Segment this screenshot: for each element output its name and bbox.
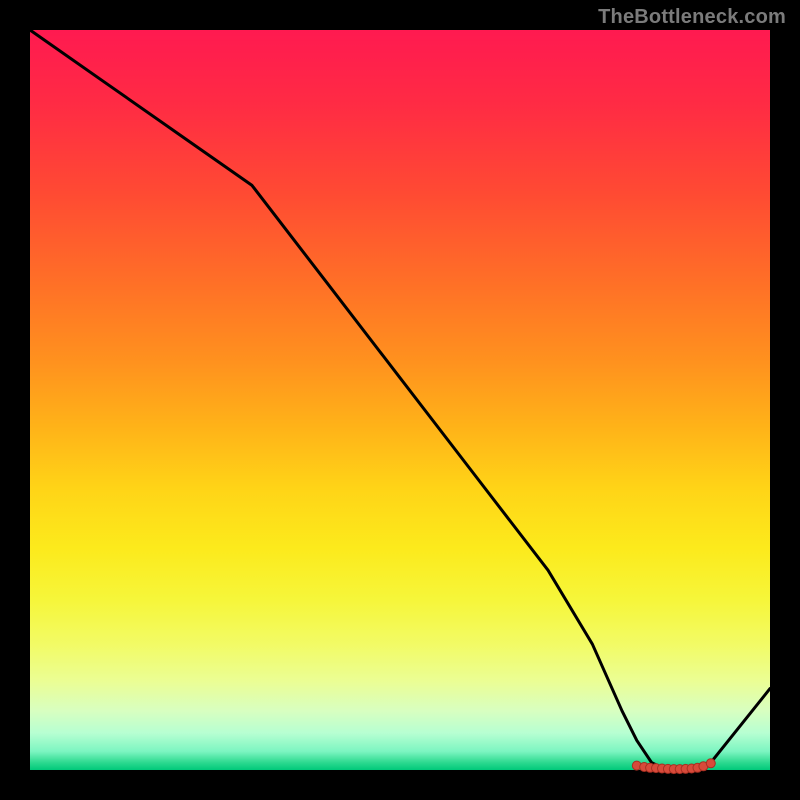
plot-svg xyxy=(30,30,770,770)
plot-area xyxy=(30,30,770,770)
optimal-range-markers xyxy=(632,759,715,774)
watermark-text: TheBottleneck.com xyxy=(598,6,786,29)
bottleneck-curve xyxy=(30,30,770,770)
marker-dot xyxy=(706,759,715,768)
chart-frame: TheBottleneck.com xyxy=(0,0,800,800)
